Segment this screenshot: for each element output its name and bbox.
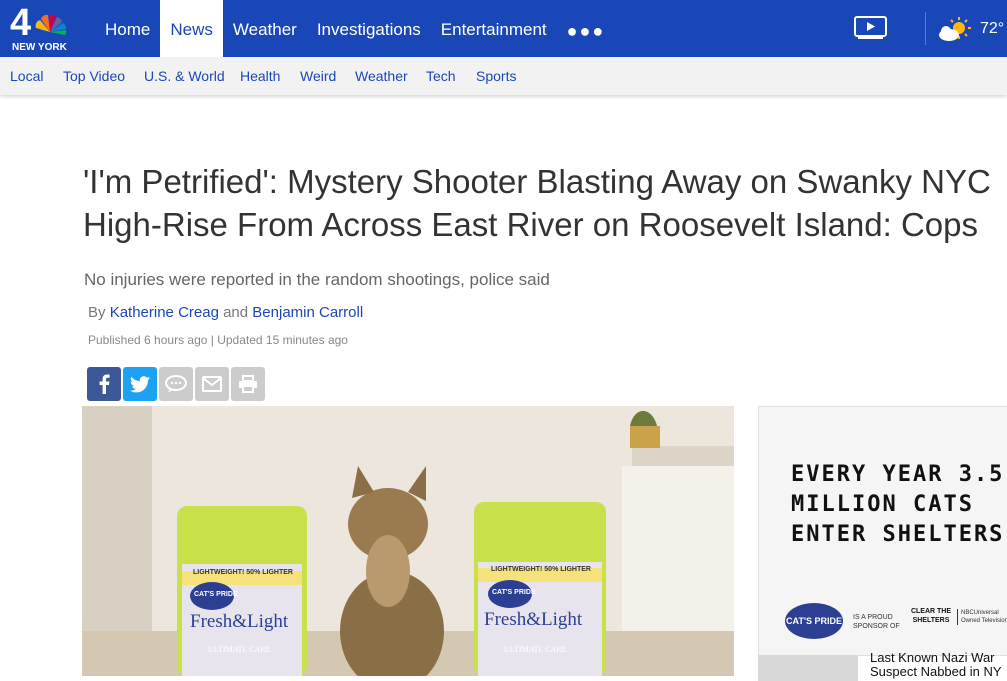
author-link-2[interactable]: Benjamin Carroll [252,304,363,321]
nav-investigations[interactable]: Investigations [307,0,431,57]
subnav-us-world[interactable]: U.S. & World [144,68,225,84]
related-line-1: Last Known Nazi War [870,650,995,665]
video-play-icon[interactable] [854,16,887,40]
subnav-tech[interactable]: Tech [426,68,456,84]
subnav-weather[interactable]: Weather [355,68,408,84]
nav-divider [925,12,926,45]
ad-line-2: MILLION CATS [791,492,974,517]
product-subtitle-left: ULTIMATE CARE [208,645,271,654]
subnav-sports[interactable]: Sports [476,68,516,84]
published-timestamp: Published 6 hours ago | Updated 15 minut… [88,333,348,347]
ad-partner-logo: CLEAR THE SHELTERS [910,608,952,624]
print-button[interactable] [231,367,265,401]
twitter-icon [130,375,150,392]
comment-button[interactable] [159,367,193,401]
more-dots-icon[interactable]: ●●● [557,0,616,57]
subnav-weird[interactable]: Weird [300,68,336,84]
subnav-health[interactable]: Health [240,68,280,84]
product-subtitle-right: ULTIMATE CARE [504,645,567,654]
product-label-right: LIGHTWEIGHT! 50% LIGHTER [491,566,591,573]
ad-line-3: ENTER SHELTERS [791,522,1005,547]
ad-brand-logo: CAT'S PRIDE [785,603,843,639]
temperature: 72° [980,20,1005,37]
logo-number: 4 [10,2,31,44]
main-nav: Home News Weather Investigations Enterta… [95,0,615,57]
product-name-right: Fresh&Light [484,609,583,630]
related-story[interactable]: Last Known Nazi War Suspect Nabbed in NY [758,651,1007,681]
nav-news[interactable]: News [160,0,223,57]
ad-line-1: EVERY YEAR 3.5 [791,462,1005,487]
nav-entertainment[interactable]: Entertainment [431,0,557,57]
byline-and: and [223,304,249,321]
sidebar-ad[interactable]: EVERY YEAR 3.5 MILLION CATS ENTER SHELTE… [758,406,1007,656]
email-icon [202,376,222,392]
comment-icon [165,375,187,392]
print-icon [239,375,257,393]
headline-line-1: 'I'm Petrified': Mystery Shooter Blastin… [83,163,991,200]
subnav-local[interactable]: Local [10,68,43,84]
facebook-share-button[interactable] [87,367,121,401]
byline: By Katherine Creag and Benjamin Carroll [88,304,363,321]
product-name-left: Fresh&Light [190,611,289,632]
brand-left: CAT'S PRIDE [194,591,238,598]
logo-text: NEW YORK [12,42,67,53]
video-still [82,406,734,676]
ad-sponsor-text: IS A PROUD SPONSOR OF [853,614,900,630]
related-headline: Last Known Nazi War Suspect Nabbed in NY [870,651,1002,679]
hero-video[interactable]: LIGHTWEIGHT! 50% LIGHTER LIGHTWEIGHT! 50… [82,406,734,676]
nav-weather[interactable]: Weather [223,0,307,57]
article-dek: No injuries were reported in the random … [84,270,550,289]
article-headline: 'I'm Petrified': Mystery Shooter Blastin… [83,160,1007,246]
product-label-left: LIGHTWEIGHT! 50% LIGHTER [193,569,293,576]
sub-nav: Local Top Video U.S. & World Health Weir… [0,57,1007,95]
nav-home[interactable]: Home [95,0,160,57]
related-thumbnail [758,655,858,681]
email-button[interactable] [195,367,229,401]
share-bar [87,367,265,401]
partly-sunny-icon[interactable] [937,16,973,44]
top-nav-bar: 4 NEW YORK Home News Weather Investigati… [0,0,1007,57]
author-link-1[interactable]: Katherine Creag [110,304,219,321]
subnav-top-video[interactable]: Top Video [63,68,125,84]
related-line-2: Suspect Nabbed in NY [870,664,1002,679]
ad-nbcu-text: NBCUniversal Owned Television [957,609,1007,625]
byline-prefix: By [88,304,106,321]
nbc-new-york-logo[interactable]: 4 NEW YORK [8,2,80,54]
twitter-share-button[interactable] [123,367,157,401]
brand-right: CAT'S PRIDE [492,589,536,596]
headline-line-2: High-Rise From Across East River on Roos… [83,206,978,243]
facebook-icon [99,374,110,394]
